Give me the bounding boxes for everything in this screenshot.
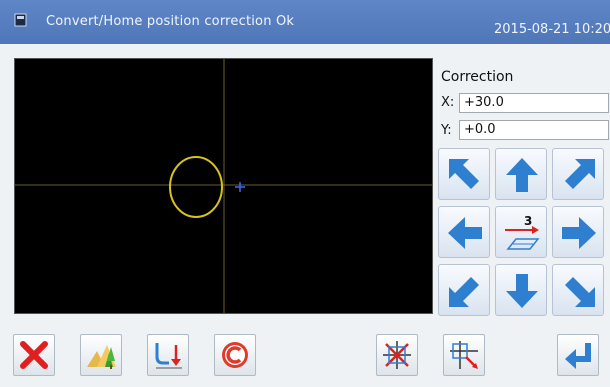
step-size-icon: 3 (505, 214, 540, 250)
move-down-left-button[interactable] (438, 264, 490, 316)
arrow-left-icon (448, 217, 482, 249)
pattern-viewport[interactable] (14, 58, 433, 314)
y-correction-field[interactable]: +0.0 (459, 120, 609, 140)
copyright-button[interactable] (214, 334, 256, 376)
arrow-down-left-icon (449, 277, 479, 307)
x-label: X: (441, 95, 455, 110)
pattern-circle (169, 156, 223, 218)
step-size-button[interactable]: 3 (495, 206, 547, 258)
datetime: 2015-08-21 10:20 (494, 22, 610, 37)
move-down-button[interactable] (495, 264, 547, 316)
arrow-up-right-icon (565, 159, 595, 189)
correction-heading: Correction (441, 69, 514, 85)
step-size-value: 3 (524, 214, 532, 228)
enter-icon (565, 343, 591, 369)
move-left-button[interactable] (438, 206, 490, 258)
document-icon (14, 13, 27, 27)
pattern-canvas (15, 59, 432, 313)
move-right-button[interactable] (552, 206, 604, 258)
return-path-icon (155, 343, 182, 369)
move-down-right-button[interactable] (552, 264, 604, 316)
origin-select-button[interactable] (443, 334, 485, 376)
arrow-down-icon (506, 274, 538, 308)
landscape-button[interactable] (80, 334, 122, 376)
move-up-right-button[interactable] (552, 148, 604, 200)
window-title: Convert/Home position correction Ok (46, 14, 295, 29)
close-icon (20, 341, 48, 369)
cross-origin-icon (383, 341, 411, 369)
origin-select-icon (450, 341, 478, 369)
landscape-icon (87, 345, 116, 369)
move-up-button[interactable] (495, 148, 547, 200)
arrow-down-right-icon (565, 277, 595, 307)
copyright-icon (222, 342, 248, 368)
cross-origin-button[interactable] (376, 334, 418, 376)
arrow-right-icon (562, 217, 596, 249)
cancel-button[interactable] (13, 334, 55, 376)
title-bar: Convert/Home position correction Ok 2015… (0, 0, 610, 44)
arrow-up-icon (506, 158, 538, 192)
arrow-up-left-icon (449, 159, 479, 189)
return-path-button[interactable] (147, 334, 189, 376)
enter-button[interactable] (557, 334, 599, 376)
y-label: Y: (441, 123, 452, 138)
move-up-left-button[interactable] (438, 148, 490, 200)
x-correction-field[interactable]: +30.0 (459, 93, 609, 113)
